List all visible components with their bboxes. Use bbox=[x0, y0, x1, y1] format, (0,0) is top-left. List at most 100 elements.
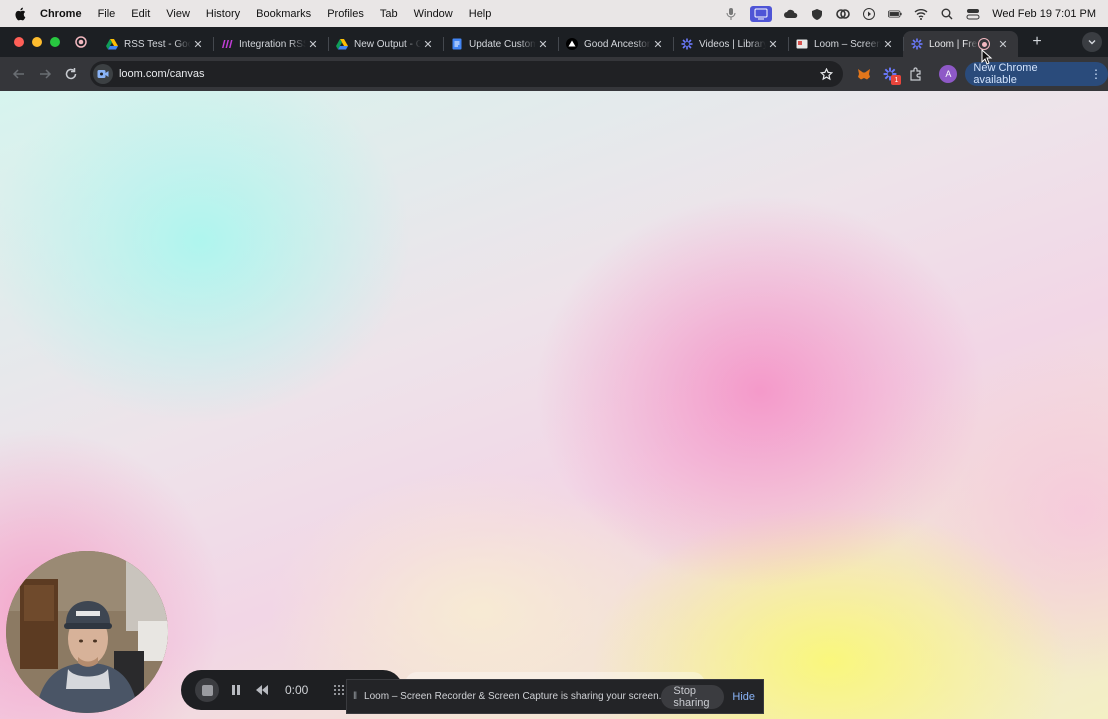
make-icon bbox=[221, 38, 233, 50]
close-tab-icon[interactable]: ✕ bbox=[881, 37, 895, 51]
menu-file[interactable]: File bbox=[90, 8, 124, 20]
status-area: Wed Feb 19 7:01 PM bbox=[724, 5, 1108, 22]
reload-icon bbox=[65, 68, 77, 80]
webcam-video-feed bbox=[6, 551, 168, 713]
tab-update-customer[interactable]: Update Customer ✕ bbox=[443, 31, 558, 57]
menu-tab[interactable]: Tab bbox=[372, 8, 406, 20]
sharing-message: Loom – Screen Recorder & Screen Capture … bbox=[364, 691, 662, 702]
extensions-puzzle-icon[interactable] bbox=[903, 61, 929, 87]
tab-title: New Output - Google bbox=[354, 38, 421, 50]
tab-new-output[interactable]: New Output - Google ✕ bbox=[328, 31, 443, 57]
hide-link[interactable]: Hide bbox=[732, 691, 755, 703]
chevron-down-icon bbox=[1088, 40, 1096, 45]
webcam-bubble[interactable] bbox=[6, 551, 168, 713]
recording-indicator-icon bbox=[74, 35, 88, 49]
loom-icon bbox=[681, 38, 693, 50]
loom-extension-icon[interactable]: 1 bbox=[877, 61, 903, 87]
restart-button[interactable] bbox=[253, 681, 271, 699]
menu-history[interactable]: History bbox=[198, 8, 248, 20]
menubar-clock[interactable]: Wed Feb 19 7:01 PM bbox=[992, 8, 1096, 20]
menu-bookmarks[interactable]: Bookmarks bbox=[248, 8, 319, 20]
close-tab-icon[interactable]: ✕ bbox=[421, 37, 435, 51]
control-center-icon[interactable] bbox=[966, 8, 980, 20]
close-window-button[interactable] bbox=[14, 37, 24, 47]
back-button[interactable] bbox=[6, 61, 32, 87]
address-bar[interactable]: loom.com/canvas bbox=[89, 61, 844, 87]
drag-grip-icon[interactable]: ‖ bbox=[353, 691, 358, 702]
pause-icon bbox=[232, 685, 240, 695]
tab-title: RSS Test - Google bbox=[124, 38, 191, 50]
menu-view[interactable]: View bbox=[158, 8, 198, 20]
menu-app-name[interactable]: Chrome bbox=[40, 8, 90, 20]
arrow-right-icon bbox=[39, 69, 52, 79]
mouse-cursor-icon bbox=[981, 49, 993, 65]
more-menu-icon[interactable]: ⋮ bbox=[1090, 67, 1102, 81]
stop-sharing-button[interactable]: Stop sharing bbox=[661, 684, 725, 709]
tab-title: Update Customer bbox=[469, 38, 536, 50]
screen-share-icon[interactable] bbox=[750, 5, 773, 22]
wifi-icon[interactable] bbox=[914, 8, 928, 20]
stop-icon bbox=[201, 684, 213, 696]
fullscreen-window-button[interactable] bbox=[50, 37, 60, 47]
google-drive-icon bbox=[336, 38, 348, 50]
minimize-window-button[interactable] bbox=[32, 37, 42, 47]
menu-edit[interactable]: Edit bbox=[123, 8, 158, 20]
window-controls bbox=[0, 37, 74, 47]
tab-loom-screen-recorder[interactable]: Loom – Screen Recorder ✕ bbox=[788, 31, 903, 57]
menu-profiles[interactable]: Profiles bbox=[319, 8, 372, 20]
arrow-left-icon bbox=[12, 69, 24, 79]
spotlight-search-icon[interactable] bbox=[940, 8, 954, 20]
microphone-icon[interactable] bbox=[724, 7, 738, 20]
forward-button[interactable] bbox=[32, 61, 58, 87]
tab-strip: RSS Test - Google ✕ Integration RSS ✕ Ne… bbox=[0, 27, 1108, 57]
profile-avatar[interactable]: A bbox=[939, 65, 958, 83]
close-tab-icon[interactable]: ✕ bbox=[766, 37, 780, 51]
grid-dots-icon bbox=[334, 685, 345, 695]
bookmark-star-icon[interactable] bbox=[813, 67, 839, 81]
stop-recording-button[interactable] bbox=[195, 678, 219, 702]
tab-videos-library[interactable]: Videos | Library ✕ bbox=[673, 31, 788, 57]
play-icon[interactable] bbox=[862, 7, 876, 20]
close-tab-icon[interactable]: ✕ bbox=[651, 37, 665, 51]
tab-title: Loom – Screen Recorder bbox=[814, 38, 881, 50]
tab-search-button[interactable] bbox=[1082, 32, 1102, 52]
apple-icon[interactable] bbox=[0, 7, 40, 21]
tabs: RSS Test - Google ✕ Integration RSS ✕ Ne… bbox=[98, 27, 1018, 57]
google-drive-icon bbox=[106, 38, 118, 50]
tab-title: Good Ancestor bbox=[584, 38, 651, 50]
site-info-icon[interactable] bbox=[92, 64, 113, 84]
rewind-icon bbox=[256, 685, 268, 695]
update-label: New Chrome available bbox=[973, 62, 1038, 86]
tab-good-ancestor[interactable]: Good Ancestor ✕ bbox=[558, 31, 673, 57]
google-docs-icon bbox=[451, 38, 463, 50]
tab-title: Integration RSS bbox=[239, 38, 306, 50]
creative-cloud-icon[interactable] bbox=[836, 8, 851, 20]
browser-toolbar: loom.com/canvas 1 A New Chrome available… bbox=[0, 57, 1108, 91]
battery-icon[interactable] bbox=[888, 8, 902, 20]
vpn-icon[interactable] bbox=[810, 8, 824, 20]
close-tab-icon[interactable]: ✕ bbox=[306, 37, 320, 51]
tab-rss-test[interactable]: RSS Test - Google ✕ bbox=[98, 31, 213, 57]
tab-title: Loom | Free bbox=[929, 38, 978, 50]
reload-button[interactable] bbox=[58, 61, 84, 87]
macos-menu-bar: Chrome File Edit View History Bookmarks … bbox=[0, 0, 1108, 27]
loom-icon bbox=[911, 38, 923, 50]
pause-button[interactable] bbox=[227, 681, 245, 699]
cloud-icon[interactable] bbox=[784, 8, 798, 20]
close-tab-icon[interactable]: ✕ bbox=[996, 37, 1010, 51]
tab-integration-rss[interactable]: Integration RSS ✕ bbox=[213, 31, 328, 57]
recording-timer: 0:00 bbox=[285, 683, 309, 697]
screen-sharing-bar: ‖ Loom – Screen Recorder & Screen Captur… bbox=[346, 679, 764, 714]
new-tab-button[interactable]: + bbox=[1024, 29, 1050, 55]
new-chrome-available-button[interactable]: New Chrome available ⋮ bbox=[965, 62, 1108, 86]
tab-title: Videos | Library bbox=[699, 38, 766, 50]
url-text[interactable]: loom.com/canvas bbox=[119, 68, 814, 80]
triangle-icon bbox=[566, 38, 578, 50]
close-tab-icon[interactable]: ✕ bbox=[191, 37, 205, 51]
close-tab-icon[interactable]: ✕ bbox=[536, 37, 550, 51]
metamask-extension-icon[interactable] bbox=[851, 61, 877, 87]
menu-window[interactable]: Window bbox=[406, 8, 461, 20]
loom-screen-icon bbox=[796, 38, 808, 50]
tab-loom-free[interactable]: Loom | Free ✕ bbox=[903, 31, 1018, 57]
menu-help[interactable]: Help bbox=[461, 8, 500, 20]
